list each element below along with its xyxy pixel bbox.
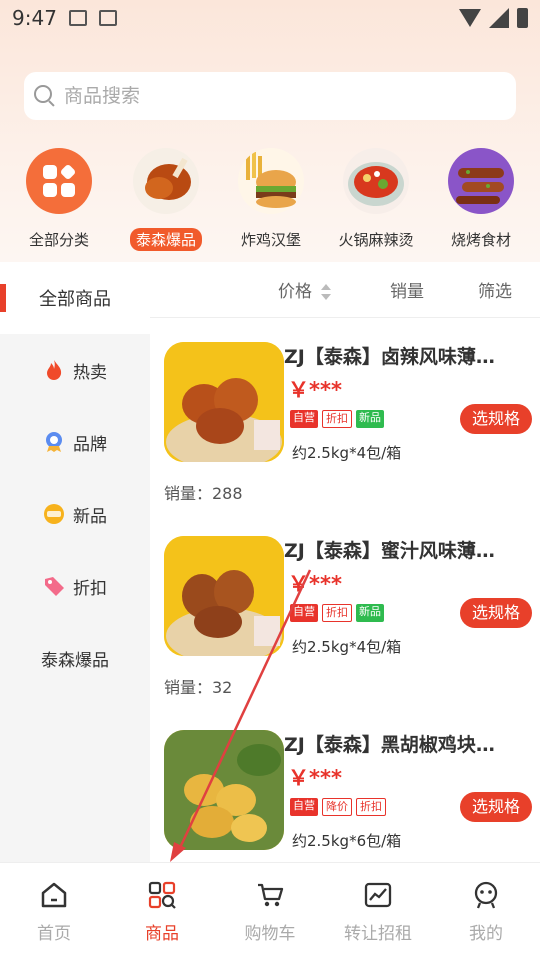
select-spec-button[interactable]: 选规格 [460,404,532,434]
image-notification-icon [68,10,87,26]
category-label: 全部分类 [28,231,89,249]
product-spec: 约2.5kg*4包/箱 [292,638,402,656]
search-input[interactable] [64,85,464,107]
product-sales: 销量：32 [164,678,233,697]
search-bar[interactable] [24,72,516,120]
menu-item-label: 全部商品 [39,289,111,310]
tab-label: 商品 [145,924,179,944]
sort-price-label: 价格 [278,282,312,302]
product-tags: 自营 降价 折扣 [290,798,386,816]
category-image [238,148,304,214]
product-title: ZJ【泰森】蜜汁风味薄… [284,540,495,562]
tab-label: 购物车 [244,924,296,944]
category-hotpot[interactable]: 火锅麻辣烫 [321,148,431,251]
category-image [133,148,199,214]
tab-cart[interactable]: 购物车 [216,881,324,944]
sort-arrows-icon [321,284,332,300]
tag-self-operated: 自营 [290,604,318,622]
menu-item-label: 泰森爆品 [41,650,109,671]
cart-icon [256,881,284,909]
new-icon [43,503,65,525]
product-title: ZJ【泰森】黑胡椒鸡块… [284,734,495,756]
product-tags: 自营 折扣 新品 [290,410,384,428]
menu-item-label: 热卖 [73,362,107,383]
product-spec: 约2.5kg*6包/箱 [292,832,402,850]
product-image [164,730,284,850]
sort-sales-button[interactable]: 销量 [390,277,424,302]
menu-item-all-products[interactable]: 全部商品 [0,262,150,334]
product-price: ￥*** [288,766,342,790]
select-spec-button[interactable]: 选规格 [460,792,532,822]
category-label: 火锅麻辣烫 [338,231,414,249]
status-bar: 9:47 [0,0,540,36]
profile-icon [472,881,500,909]
product-spec: 约2.5kg*4包/箱 [292,444,402,462]
tag-discount: 折扣 [356,798,386,816]
select-spec-button[interactable]: 选规格 [460,598,532,628]
tab-label: 首页 [37,924,71,944]
product-tags: 自营 折扣 新品 [290,604,384,622]
category-bbq[interactable]: 烧烤食材 [426,148,536,251]
category-image [448,148,514,214]
menu-item-brand[interactable]: 品牌 [0,406,150,478]
menu-item-hot[interactable]: 热卖 [0,334,150,406]
tab-home[interactable]: 首页 [0,881,108,944]
tab-label: 我的 [469,924,503,944]
tag-self-operated: 自营 [290,410,318,428]
tag-new: 新品 [356,410,384,428]
menu-item-label: 新品 [73,506,107,527]
all-categories-icon [26,148,92,214]
menu-item-tyson[interactable]: 泰森爆品 [0,622,150,694]
product-price: ￥*** [288,378,342,402]
tab-products[interactable]: 商品 [108,881,216,944]
category-all[interactable]: 全部分类 [4,148,114,251]
tab-transfer-rent[interactable]: 转让招租 [324,881,432,944]
tag-price-drop: 降价 [322,798,352,816]
tag-discount: 折扣 [322,410,352,428]
menu-item-label: 折扣 [73,578,107,599]
flame-icon [43,359,65,381]
product-card[interactable]: ZJ【泰森】卤辣风味薄… ￥*** 自营 折扣 新品 约2.5kg*4包/箱 选… [150,318,540,512]
product-image [164,342,284,462]
sort-price-button[interactable]: 价格 [278,277,332,302]
category-label: 炸鸡汉堡 [240,231,301,249]
category-fried-chicken-burger[interactable]: 炸鸡汉堡 [216,148,326,251]
category-label: 泰森爆品 [129,228,202,251]
signal-icon [489,8,509,28]
product-image [164,536,284,656]
tag-icon [43,575,65,597]
menu-item-label: 品牌 [73,434,107,455]
menu-item-new[interactable]: 新品 [0,478,150,550]
product-title: ZJ【泰森】卤辣风味薄… [284,346,495,368]
product-price: ￥*** [288,572,342,596]
products-icon [148,881,176,909]
product-list: ZJ【泰森】卤辣风味薄… ￥*** 自营 折扣 新品 约2.5kg*4包/箱 选… [150,318,540,862]
tab-profile[interactable]: 我的 [432,881,540,944]
home-icon [40,881,68,909]
bottom-tab-bar: 首页 商品 购物车 转让招租 我的 [0,862,540,960]
filter-button[interactable]: 筛选 [478,277,512,302]
search-icon [34,85,56,107]
wifi-icon [459,9,481,27]
category-tyson[interactable]: 泰森爆品 [111,148,221,251]
sort-bar: 价格 销量 筛选 [150,262,540,318]
tag-new: 新品 [356,604,384,622]
category-label: 烧烤食材 [450,231,511,249]
product-card[interactable]: ZJ【泰森】蜜汁风味薄… ￥*** 自营 折扣 新品 约2.5kg*4包/箱 选… [150,512,540,706]
text-notification-icon [98,10,117,26]
tag-discount: 折扣 [322,604,352,622]
menu-item-discount[interactable]: 折扣 [0,550,150,622]
category-row: 全部分类 泰森爆品 炸鸡汉堡 火锅麻辣烫 烧烤食材 [0,148,540,258]
badge-icon [43,431,65,453]
product-sales: 销量：288 [164,484,243,503]
category-image [343,148,409,214]
left-category-menu: 全部商品 热卖 品牌 新品 折扣 泰森爆品 [0,262,150,862]
status-time: 9:47 [12,6,57,30]
chart-icon [364,881,392,909]
tab-label: 转让招租 [344,924,412,944]
battery-icon [517,8,528,28]
tag-self-operated: 自营 [290,798,318,816]
product-card[interactable]: ZJ【泰森】黑胡椒鸡块… ￥*** 自营 降价 折扣 约2.5kg*6包/箱 选… [150,706,540,862]
